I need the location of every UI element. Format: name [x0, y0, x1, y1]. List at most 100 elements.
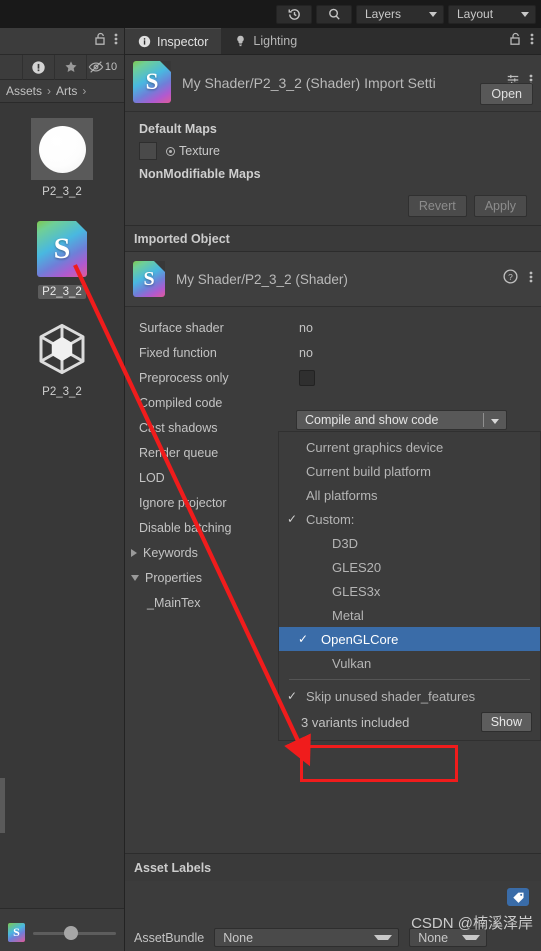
menu-item-custom[interactable]: ✓ Custom:: [279, 507, 540, 531]
apply-button[interactable]: Apply: [473, 195, 527, 217]
menu-item-label: Metal: [332, 607, 364, 623]
asset-label: P2_3_2: [42, 386, 82, 398]
menu-item-skip-unused-shader-features[interactable]: ✓ Skip unused shader_features: [279, 684, 540, 708]
kebab-menu-icon[interactable]: [530, 32, 534, 51]
chevron-right-icon: [131, 548, 137, 557]
menu-item-all-platforms[interactable]: All platforms: [279, 483, 540, 507]
menu-item-label: D3D: [332, 535, 359, 551]
texture-label: Texture: [179, 144, 220, 158]
breadcrumb-separator-icon-2: ›: [82, 84, 87, 98]
texture-field-row[interactable]: Texture: [139, 142, 527, 160]
project-panel-header: [0, 28, 124, 55]
default-maps-section: Default Maps Texture NonModifiable Maps …: [125, 112, 541, 225]
imported-object-header: Imported Object: [125, 225, 541, 252]
chevron-down-icon: [374, 935, 393, 940]
menu-item-current-build-platform[interactable]: Current build platform: [279, 459, 540, 483]
open-button[interactable]: Open: [480, 83, 533, 105]
hidden-eye-icon[interactable]: 10: [86, 54, 118, 80]
tab-inspector-label: Inspector: [157, 34, 209, 49]
property-row-preprocess-only[interactable]: Preprocess only: [125, 365, 541, 390]
menu-item-gles3x[interactable]: GLES3x: [279, 579, 540, 603]
property-value: no: [299, 320, 313, 335]
shader-file-icon-small: S: [8, 923, 25, 942]
texture-label-wrap: Texture: [166, 144, 220, 158]
help-icon[interactable]: ?: [503, 269, 518, 289]
shader-properties-list: Surface shader no Fixed function no Prep…: [125, 307, 541, 741]
page-title: My Shader/P2_3_2 (Shader) Import Setti: [182, 75, 436, 91]
project-scrollbar[interactable]: [0, 778, 5, 833]
asset-item-material[interactable]: P2_3_2: [12, 118, 112, 199]
project-panel: 10 Assets › Arts › P2_3_2 S P2_3_2 P2_3_…: [0, 28, 125, 951]
lock-icon[interactable]: [94, 32, 106, 51]
slider-knob[interactable]: [63, 926, 78, 940]
compiled-code-dropdown-button[interactable]: Compile and show code: [296, 410, 507, 430]
layers-dropdown[interactable]: Layers: [356, 4, 444, 24]
breadcrumb-arts[interactable]: Arts: [56, 84, 77, 98]
asset-labels-section: Asset Labels AssetBundle None None: [125, 853, 541, 951]
checkmark-icon: ✓: [287, 689, 298, 703]
history-icon[interactable]: [276, 4, 312, 24]
menu-item-current-graphics-device[interactable]: Current graphics device: [279, 435, 540, 459]
show-variants-button[interactable]: Show: [480, 712, 532, 732]
kebab-menu-icon[interactable]: [114, 32, 118, 51]
project-panel-footer: S: [0, 908, 124, 951]
checkmark-icon: ✓: [298, 632, 309, 646]
compiled-code-selected-label: Compile and show code: [305, 413, 439, 427]
inspector-panel: Inspector Lighting S My Shader/P2_3_2 (S…: [125, 28, 541, 951]
project-filter-toolbar: 10: [0, 54, 124, 80]
info-icon: [138, 35, 151, 48]
menu-item-opengl-core[interactable]: ✓ OpenGLCore: [279, 627, 540, 651]
lock-icon[interactable]: [509, 32, 521, 51]
menu-item-metal[interactable]: Metal: [279, 603, 540, 627]
object-picker-icon[interactable]: [166, 146, 175, 156]
material-sphere-icon: [31, 118, 93, 180]
imported-object-title-row: S My Shader/P2_3_2 (Shader) ?: [125, 252, 541, 307]
menu-item-label: All platforms: [306, 487, 378, 503]
warning-filter-icon[interactable]: [22, 54, 54, 80]
preprocess-only-checkbox[interactable]: [299, 369, 315, 386]
kebab-menu-icon[interactable]: [529, 270, 533, 289]
breadcrumb[interactable]: Assets › Arts ›: [0, 80, 124, 103]
tag-icon[interactable]: [507, 888, 529, 906]
asset-item-prefab[interactable]: P2_3_2: [12, 318, 112, 399]
property-key: Compiled code: [139, 395, 223, 410]
menu-item-label: Custom:: [306, 511, 355, 527]
assetbundle-dropdown[interactable]: None: [214, 928, 400, 947]
bulb-icon: [237, 35, 245, 47]
breadcrumb-assets[interactable]: Assets: [6, 84, 42, 98]
property-key: Render queue: [139, 445, 219, 460]
menu-item-label: Skip unused shader_features: [306, 688, 476, 704]
chevron-down-icon: [521, 11, 529, 17]
shader-file-icon: S: [31, 218, 93, 280]
property-row-fixed-function: Fixed function no: [125, 340, 541, 365]
nonmodifiable-maps-label: NonModifiable Maps: [139, 167, 261, 181]
watermark-text: CSDN @楠溪泽岸: [411, 915, 533, 932]
layout-dropdown[interactable]: Layout: [448, 4, 536, 24]
checkmark-icon: ✓: [287, 512, 298, 526]
import-settings-header: S My Shader/P2_3_2 (Shader) Import Setti…: [125, 55, 541, 112]
compiled-code-popup-menu: Current graphics device Current build pl…: [278, 431, 541, 741]
property-key: Surface shader: [139, 320, 224, 335]
tab-lighting[interactable]: Lighting: [221, 28, 310, 54]
search-icon[interactable]: [316, 4, 352, 24]
chevron-down-icon: [462, 935, 481, 940]
menu-item-d3d[interactable]: D3D: [279, 531, 540, 555]
texture-object-field[interactable]: [139, 142, 157, 160]
thumbnail-zoom-slider[interactable]: [33, 924, 116, 942]
revert-button[interactable]: Revert: [407, 195, 467, 217]
menu-item-label: Current build platform: [306, 463, 431, 479]
property-key: Preprocess only: [139, 370, 229, 385]
menu-item-vulkan[interactable]: Vulkan: [279, 651, 540, 675]
layout-label: Layout: [457, 7, 494, 21]
default-maps-label: Default Maps: [139, 122, 217, 136]
asset-item-shader[interactable]: S P2_3_2: [12, 218, 112, 299]
inspector-tabbar: Inspector Lighting: [125, 28, 541, 55]
property-value: no: [299, 345, 313, 360]
variants-row: 3 variants included Show: [279, 708, 540, 736]
property-key: Cast shadows: [139, 420, 218, 435]
unity-editor-window: Layers Layout 10 Assets › Arts › P2_3_2 …: [0, 0, 541, 951]
asset-label-selected: P2_3_2: [38, 285, 86, 299]
favorite-star-icon[interactable]: [54, 54, 86, 80]
menu-item-gles20[interactable]: GLES20: [279, 555, 540, 579]
tab-inspector[interactable]: Inspector: [125, 28, 222, 54]
